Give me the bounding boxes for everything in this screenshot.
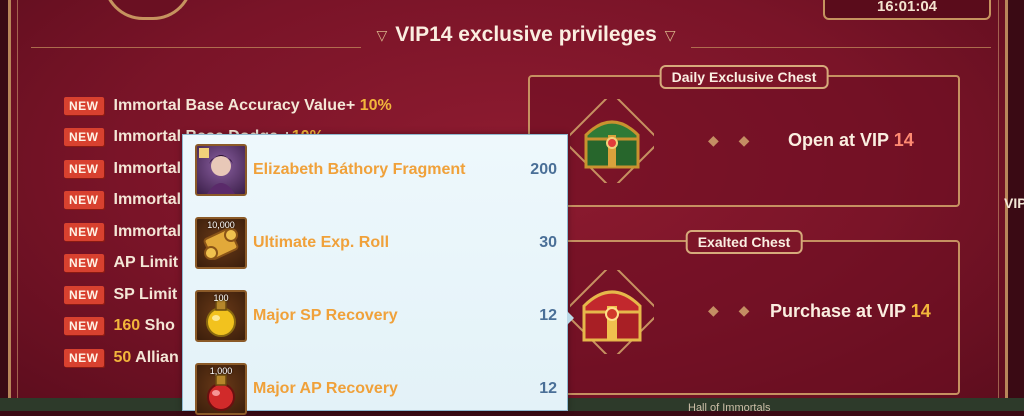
new-badge: NEW <box>64 191 104 210</box>
new-badge: NEW <box>64 128 104 147</box>
tooltip-item-row[interactable]: Elizabeth Báthory Fragment 200 <box>195 143 557 197</box>
daily-chest-tab: Daily Exclusive Chest <box>659 65 829 89</box>
privilege-item: NEW Immortal Base Accuracy Value+ 10% <box>64 90 392 122</box>
diamond-decoration: ◆ ◆ <box>708 132 758 148</box>
bottom-label: Hall of Immortals <box>688 402 771 414</box>
new-badge: NEW <box>64 285 104 304</box>
countdown-timer: 16:01:04 <box>823 0 991 20</box>
page-title: VIP14 exclusive privileges <box>395 23 657 46</box>
item-count: 200 <box>530 161 557 178</box>
reward-tooltip: Elizabeth Báthory Fragment 200 10,000 Ul… <box>182 134 574 415</box>
exalted-chest-caption: Purchase at VIP 14 <box>770 301 931 321</box>
tooltip-item-row[interactable]: 100 Major SP Recovery 12 <box>195 289 557 343</box>
daily-chest-caption: Open at VIP 14 <box>788 130 914 150</box>
new-badge: NEW <box>64 348 104 367</box>
privilege-text: 50 Allian <box>113 348 179 366</box>
scroll-icon: 10,000 <box>195 217 247 269</box>
side-vip-label[interactable]: VIP <box>1004 195 1024 211</box>
title-divider-right <box>691 47 991 48</box>
privilege-text: AP Limit <box>113 254 179 272</box>
privilege-text: Immortal <box>113 222 182 240</box>
item-name: Elizabeth Báthory Fragment <box>253 161 466 178</box>
item-count: 12 <box>539 380 557 397</box>
title-divider-left <box>31 47 361 48</box>
privilege-text: Immortal <box>113 191 182 209</box>
new-badge: NEW <box>64 222 104 241</box>
red-potion-icon: 1,000 <box>195 363 247 415</box>
privilege-text: Immortal Base Accuracy Value+ 10% <box>113 96 392 114</box>
top-emblem <box>103 0 193 20</box>
tooltip-item-row[interactable]: 1,000 Major AP Recovery 12 <box>195 362 557 416</box>
diamond-decoration: ◆ ◆ <box>708 302 758 318</box>
green-chest-icon[interactable] <box>570 99 654 183</box>
privilege-text: SP Limit <box>113 285 178 303</box>
new-badge: NEW <box>64 254 104 273</box>
item-count: 12 <box>539 307 557 324</box>
item-count: 30 <box>539 234 557 251</box>
new-badge: NEW <box>64 96 104 115</box>
puzzle-portrait-icon <box>195 144 247 196</box>
new-badge: NEW <box>64 317 104 336</box>
daily-chest-panel[interactable]: Daily Exclusive Chest ◆ ◆ Open at VIP 14 <box>528 65 960 207</box>
item-name: Major AP Recovery <box>253 380 398 397</box>
exalted-chest-tab: Exalted Chest <box>685 230 803 254</box>
triangle-icon: ▽ <box>664 26 676 43</box>
privilege-text: 160 Sho <box>113 317 175 335</box>
title-row: ▽ VIP14 exclusive privileges ▽ <box>361 20 691 50</box>
tooltip-item-row[interactable]: 10,000 Ultimate Exp. Roll 30 <box>195 216 557 270</box>
red-chest-icon[interactable] <box>570 270 654 354</box>
item-name: Ultimate Exp. Roll <box>253 234 390 251</box>
new-badge: NEW <box>64 159 104 178</box>
exalted-chest-panel[interactable]: Exalted Chest ◆ ◆ Purchase at VIP 14 <box>528 230 960 395</box>
privilege-text: Immortal <box>113 159 182 177</box>
triangle-icon: ▽ <box>376 26 388 43</box>
item-name: Major SP Recovery <box>253 307 398 324</box>
yellow-potion-icon: 100 <box>195 290 247 342</box>
